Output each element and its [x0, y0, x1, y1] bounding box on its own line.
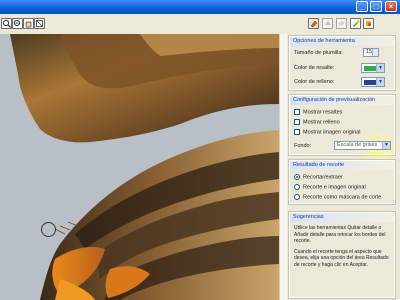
- background-value: Escala de grises: [337, 142, 378, 148]
- section-title: Configuración de previsualización: [290, 96, 394, 105]
- wing-image: [10, 34, 279, 300]
- fit-icon[interactable]: [34, 18, 45, 29]
- section-title: Sugerencias: [290, 213, 394, 222]
- chevron-down-icon[interactable]: ▼: [376, 78, 384, 86]
- zoom-in-icon[interactable]: [1, 18, 12, 29]
- tips-section: Sugerencias Utilice las herramientas Qui…: [288, 211, 396, 299]
- maximize-button[interactable]: □: [370, 1, 382, 12]
- fill-icon[interactable]: [322, 18, 333, 29]
- hand-icon[interactable]: [23, 18, 34, 29]
- crop-option-extract[interactable]: Recortar/extraer: [294, 174, 343, 180]
- close-button[interactable]: ×: [385, 1, 397, 12]
- show-fill-checkbox[interactable]: Mostrar relleno: [294, 119, 340, 125]
- radio-icon[interactable]: [294, 194, 300, 200]
- brush-cursor: [41, 222, 56, 237]
- radio-selected-icon[interactable]: [294, 174, 300, 180]
- crop-option-label: Recorte como máscara de corte: [303, 194, 382, 201]
- zoom-out-icon[interactable]: [12, 18, 23, 29]
- section-title: Opciones de herramienta: [290, 37, 394, 46]
- show-original-checkbox[interactable]: Mostrar imagen original: [294, 129, 360, 135]
- fill-color-label: Color de relleno:: [294, 79, 335, 85]
- tips-paragraph: Cuando el recorte tenga el aspecto que d…: [294, 248, 389, 268]
- toolbar: [0, 14, 400, 35]
- title-bar: _ □ ×: [0, 0, 400, 14]
- show-highlight-label: Mostrar resaltes: [303, 109, 343, 116]
- show-fill-label: Mostrar relleno: [303, 119, 340, 126]
- marker-icon[interactable]: [350, 18, 361, 29]
- pen-size-input[interactable]: 15: [363, 48, 379, 57]
- spinner-arrows-icon[interactable]: [372, 49, 378, 56]
- tool-options-section: Opciones de herramienta Tamaño de plumil…: [288, 35, 396, 91]
- background-label: Fondo:: [294, 143, 312, 149]
- fill-color-picker[interactable]: ▼: [361, 77, 385, 87]
- radio-icon[interactable]: [294, 184, 300, 190]
- crop-result-section: Resultado de recorte Recortar/extraer Re…: [288, 159, 396, 205]
- pen-size-label: Tamaño de plumilla:: [294, 50, 343, 56]
- chevron-down-icon[interactable]: ▼: [382, 142, 390, 149]
- paint-icon[interactable]: [363, 18, 374, 29]
- tips-paragraph: Utilice las herramientas Quitar detalle …: [294, 225, 386, 244]
- highlight-color-label: Color de resalte:: [294, 65, 335, 71]
- show-original-label: Mostrar imagen original: [303, 129, 361, 136]
- chevron-down-icon[interactable]: ▼: [376, 64, 384, 72]
- crop-option-with-original[interactable]: Recorte e imagen original: [294, 184, 366, 190]
- highlight-color-picker[interactable]: ▼: [361, 63, 385, 73]
- crop-option-label: Recorte e imagen original: [303, 184, 366, 191]
- crop-option-label: Recortar/extraer: [303, 174, 343, 181]
- section-title: Resultado de recorte: [290, 161, 394, 170]
- eraser-icon[interactable]: [336, 18, 347, 29]
- minimize-button[interactable]: _: [356, 1, 368, 12]
- crop-option-mask[interactable]: Recorte como máscara de corte: [294, 194, 381, 200]
- checkbox-icon[interactable]: [294, 129, 300, 135]
- fill-color-swatch: [364, 80, 376, 85]
- checkbox-icon[interactable]: [294, 109, 300, 115]
- checkbox-icon[interactable]: [294, 119, 300, 125]
- background-select[interactable]: Escala de grises ▼: [334, 141, 391, 150]
- show-highlight-checkbox[interactable]: Mostrar resaltes: [294, 109, 342, 115]
- highlight-color-swatch: [364, 66, 376, 71]
- highlighter-icon[interactable]: [308, 18, 319, 29]
- image-canvas[interactable]: [0, 34, 279, 300]
